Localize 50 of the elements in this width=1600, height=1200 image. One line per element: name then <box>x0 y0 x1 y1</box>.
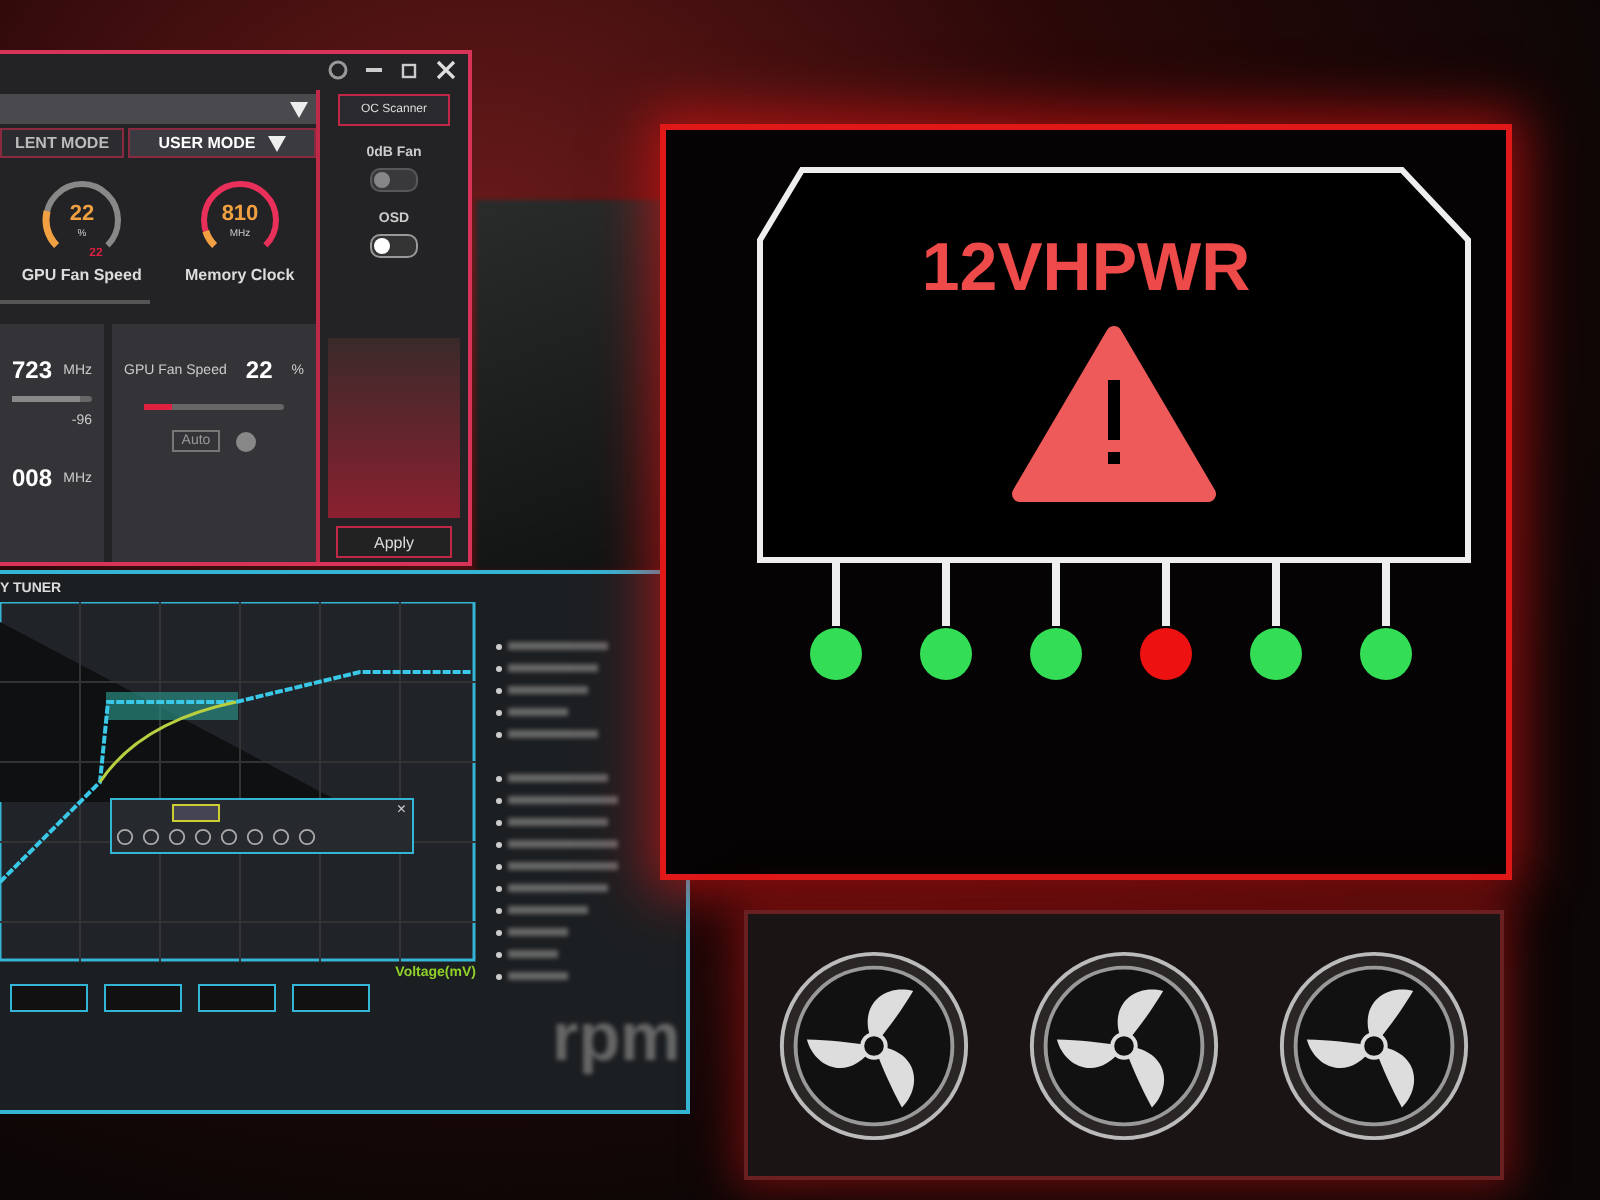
gauge-value: 22 <box>69 202 94 226</box>
bullet-icon <box>496 929 502 935</box>
bullet-icon <box>496 819 502 825</box>
bullet-icon <box>496 797 502 803</box>
apply-button[interactable]: Apply <box>336 526 452 558</box>
mode-tab[interactable]: LENT MODE <box>0 128 124 158</box>
bullet-icon <box>496 775 502 781</box>
connector-title: 12VHPWR <box>919 230 1253 308</box>
rpm-label: rpm <box>552 1000 681 1078</box>
footer-button[interactable] <box>198 984 276 1012</box>
bullet-icon <box>496 863 502 869</box>
bullet-icon <box>496 841 502 847</box>
pin-lead <box>1382 562 1390 626</box>
bullet-icon <box>496 643 502 649</box>
bullet-icon <box>496 885 502 891</box>
gauge-label: GPU Fan Speed <box>21 266 142 284</box>
bullet-icon <box>496 709 502 715</box>
footer-button[interactable] <box>10 984 88 1012</box>
memory-value: 008 <box>12 464 53 492</box>
footer-button[interactable] <box>104 984 182 1012</box>
pin-lead <box>1272 562 1280 626</box>
mode-tab[interactable]: USER MODE <box>128 128 316 158</box>
close-icon[interactable] <box>436 60 456 80</box>
pin-lead <box>1052 562 1060 626</box>
settings-icon[interactable] <box>328 60 348 80</box>
fan-icon <box>775 947 972 1143</box>
bullet-icon <box>496 951 502 957</box>
close-button[interactable]: × <box>396 800 406 818</box>
gauge-label: Memory Clock <box>184 266 295 284</box>
fan-slider-fill[interactable] <box>144 404 172 410</box>
pin-lead <box>832 562 840 626</box>
warning-icon <box>1012 326 1216 502</box>
bullet-icon <box>496 973 502 979</box>
bullet-icon <box>496 907 502 913</box>
bullet-icon <box>496 731 502 737</box>
value-field[interactable] <box>172 804 220 822</box>
restore-icon[interactable] <box>400 60 420 80</box>
footer-button[interactable] <box>292 984 370 1012</box>
bullet-icon <box>496 687 502 693</box>
toggle-switch[interactable] <box>370 234 418 258</box>
fan-icon <box>1276 947 1473 1143</box>
clock-slider-fill[interactable] <box>12 396 80 402</box>
fan-icon <box>1025 947 1222 1143</box>
gauge-value: 810 <box>221 202 258 226</box>
pin-lead <box>1162 562 1170 626</box>
fan-curve-icon[interactable] <box>236 431 257 451</box>
bullet-icon <box>496 665 502 671</box>
pin-lead <box>942 562 950 626</box>
fan-speed-value: 22 <box>245 356 273 384</box>
clock-value: 723 <box>12 356 53 384</box>
